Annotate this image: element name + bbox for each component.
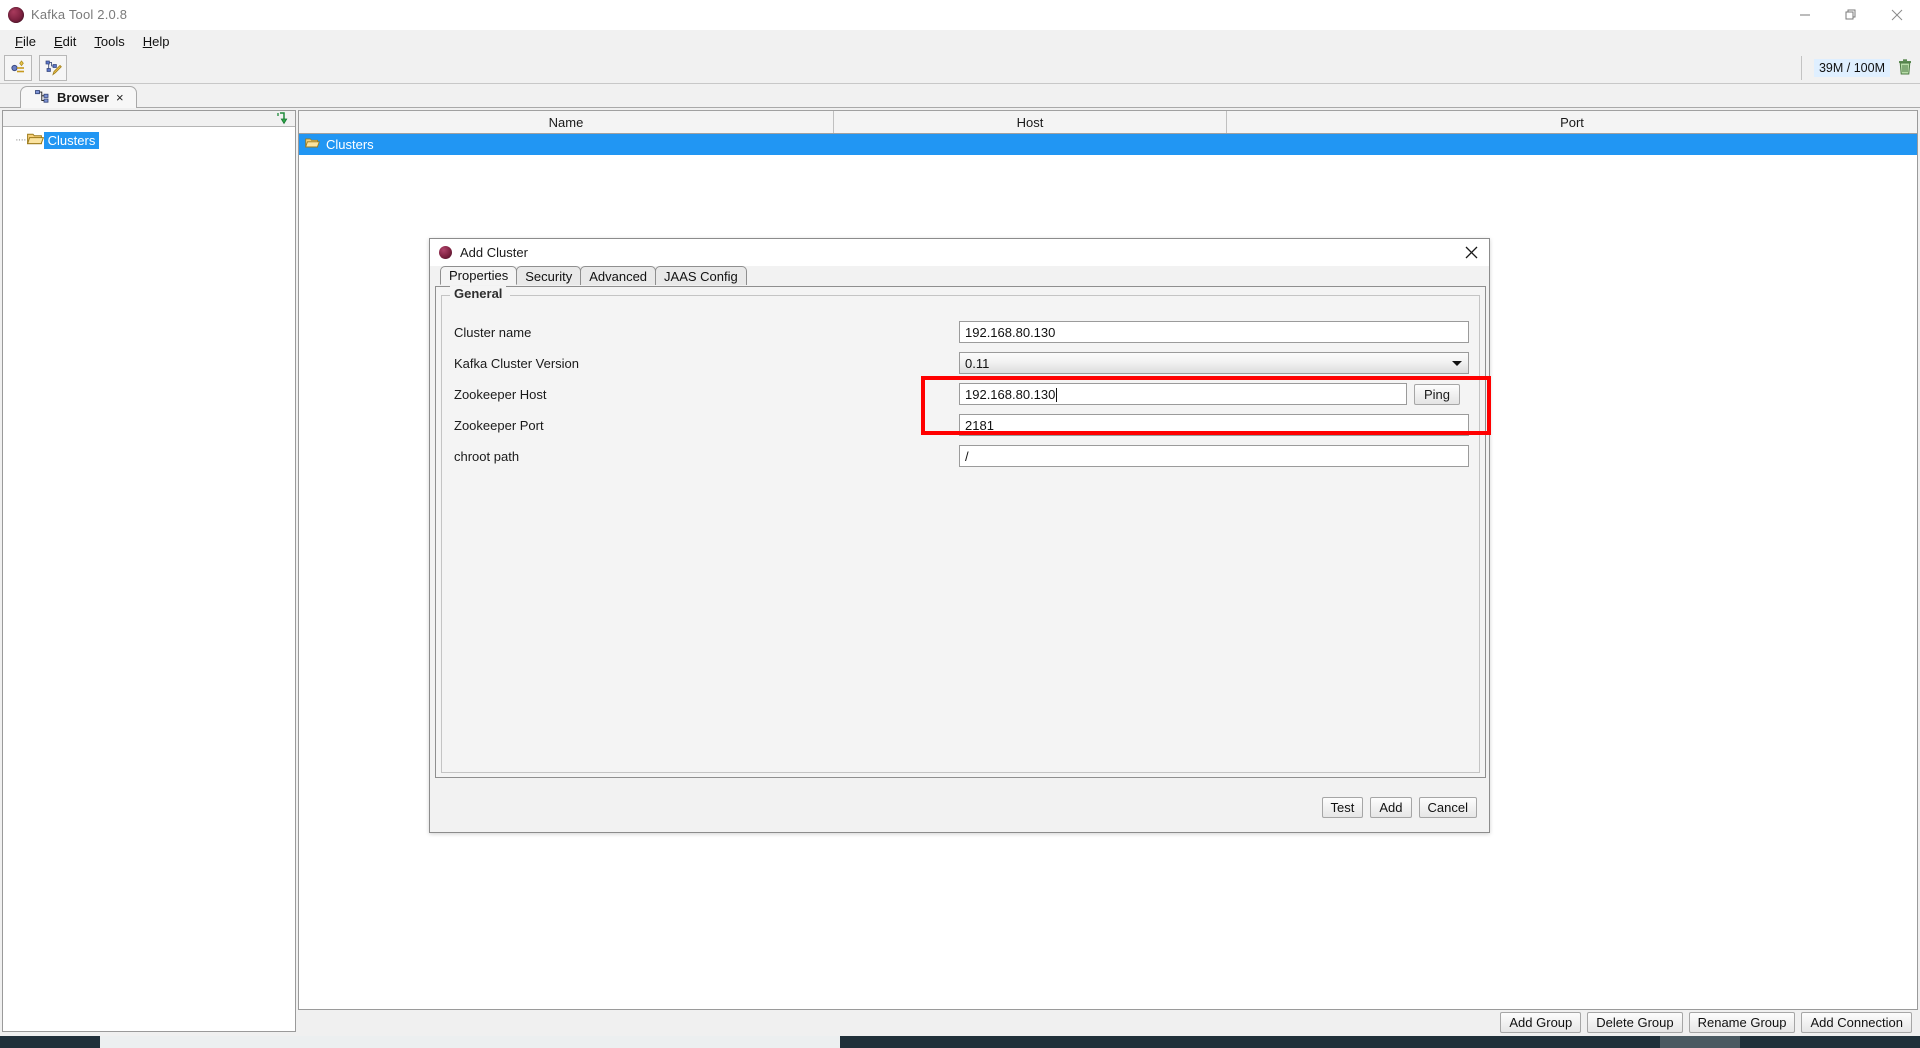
field-row-zookeeper-host: Zookeeper Host 192.168.80.130 Ping: [454, 383, 1469, 405]
taskbar-active-window[interactable]: [100, 1036, 840, 1048]
os-taskbar: [0, 1036, 1920, 1048]
tree-node-clusters[interactable]: ···· Clusters: [3, 131, 295, 149]
menu-help[interactable]: Help: [134, 32, 179, 51]
groupbox-border-left: [442, 295, 450, 296]
menu-file-mnemonic: F: [15, 33, 23, 49]
tab-jaas-config[interactable]: JAAS Config: [655, 266, 747, 285]
menu-edit[interactable]: Edit: [45, 32, 85, 51]
maximize-icon[interactable]: [1828, 0, 1874, 30]
field-row-zookeeper-port: Zookeeper Port 2181: [454, 414, 1469, 436]
table-row-name: Clusters: [326, 137, 374, 152]
delete-group-button[interactable]: Delete Group: [1587, 1011, 1683, 1033]
window-title: Kafka Tool 2.0.8: [31, 7, 128, 22]
table-row[interactable]: Clusters: [299, 134, 1917, 155]
field-row-chroot-path: chroot path /: [454, 445, 1469, 467]
cancel-button[interactable]: Cancel: [1418, 796, 1477, 818]
column-header-port[interactable]: Port: [1227, 111, 1917, 133]
tree-panel-header: [3, 111, 295, 127]
memory-indicator[interactable]: 39M / 100M: [1800, 56, 1912, 80]
zookeeper-port-input[interactable]: 2181: [959, 414, 1469, 436]
label-kafka-version: Kafka Cluster Version: [454, 355, 580, 371]
add-group-button[interactable]: Add Group: [1500, 1011, 1582, 1033]
ping-button[interactable]: Ping: [1414, 383, 1461, 405]
zookeeper-host-input[interactable]: 192.168.80.130: [959, 383, 1407, 405]
tree-node-label: Clusters: [43, 131, 100, 149]
add-cluster-dialog: Add Cluster Properties Security Advanced…: [429, 238, 1490, 833]
dialog-footer: Test Add Cancel: [430, 782, 1489, 832]
kafka-tool-icon: [439, 245, 452, 259]
minimize-icon[interactable]: [1782, 0, 1828, 30]
menu-edit-mnemonic: E: [53, 33, 63, 49]
tab-advanced[interactable]: Advanced: [580, 266, 657, 285]
tree-body: ···· Clusters: [3, 127, 295, 149]
menu-help-mnemonic: H: [142, 33, 153, 49]
trash-icon[interactable]: [1898, 58, 1912, 78]
cluster-name-input[interactable]: 192.168.80.130: [959, 321, 1469, 343]
tabstrip: Browser ×: [0, 84, 1920, 108]
memory-text: 39M / 100M: [1813, 59, 1890, 77]
field-row-kafka-version: Kafka Cluster Version 0.11: [454, 352, 1469, 374]
collapse-all-icon[interactable]: [276, 111, 291, 129]
close-icon[interactable]: [1874, 0, 1920, 30]
column-header-name[interactable]: Name: [299, 111, 834, 133]
dialog-title: Add Cluster: [460, 244, 528, 260]
chevron-down-icon: [1452, 361, 1462, 366]
menu-edit-rest: dit: [62, 33, 77, 49]
cluster-tree-panel: ···· Clusters: [2, 110, 296, 1032]
window-titlebar: Kafka Tool 2.0.8: [0, 0, 1920, 30]
kafka-version-select[interactable]: 0.11: [959, 352, 1469, 374]
chroot-path-input[interactable]: /: [959, 445, 1469, 467]
tree-connector: ····: [15, 134, 27, 146]
tree-edit-icon[interactable]: [39, 54, 67, 81]
folder-icon: [305, 137, 320, 152]
test-button[interactable]: Test: [1321, 796, 1364, 818]
menu-tools-rest: ools: [100, 33, 125, 49]
menubar: File Edit Tools Help: [0, 30, 1920, 52]
dialog-close-icon[interactable]: [1463, 244, 1479, 260]
table-header: Name Host Port: [299, 110, 1917, 134]
label-cluster-name: Cluster name: [454, 324, 532, 340]
menu-tools[interactable]: Tools: [85, 32, 133, 51]
kafka-tool-icon: [8, 6, 24, 23]
dialog-tabs: Properties Security Advanced JAAS Config: [440, 266, 1489, 285]
add-connection-button[interactable]: Add Connection: [1801, 1011, 1912, 1033]
browser-tree-icon: [35, 89, 50, 106]
dialog-body: General Cluster name 192.168.80.130 Kafk…: [435, 286, 1486, 778]
tab-security[interactable]: Security: [516, 266, 582, 285]
taskbar-segment[interactable]: [1660, 1036, 1740, 1048]
folder-icon: [26, 132, 44, 149]
label-zookeeper-port: Zookeeper Port: [454, 417, 544, 433]
menu-file-rest: ile: [22, 33, 36, 49]
groupbox-border-right: [510, 295, 1479, 296]
add-button[interactable]: Add: [1370, 796, 1412, 818]
tab-browser[interactable]: Browser ×: [20, 86, 137, 108]
menu-file[interactable]: File: [6, 32, 45, 51]
menu-help-rest: elp: [152, 33, 170, 49]
groupbox-legend: General: [450, 286, 507, 301]
window-controls: [1782, 0, 1920, 30]
zookeeper-host-value: 192.168.80.130: [965, 386, 1058, 402]
tab-browser-label: Browser: [57, 90, 110, 105]
bottom-button-bar: Add Group Delete Group Rename Group Add …: [298, 1010, 1918, 1034]
tab-close-icon[interactable]: ×: [116, 90, 124, 105]
column-header-host[interactable]: Host: [834, 111, 1227, 133]
field-row-cluster-name: Cluster name 192.168.80.130: [454, 321, 1469, 343]
cluster-connect-icon[interactable]: [4, 54, 32, 81]
toolbar: 39M / 100M: [0, 52, 1920, 84]
kafka-tool-window: Kafka Tool 2.0.8 File Edit Tools Help 39…: [0, 0, 1920, 1048]
kafka-version-value: 0.11: [965, 355, 990, 371]
label-zookeeper-host: Zookeeper Host: [454, 386, 547, 402]
general-groupbox: General Cluster name 192.168.80.130 Kafk…: [441, 286, 1480, 773]
tab-properties[interactable]: Properties: [440, 266, 518, 285]
dialog-titlebar: Add Cluster: [430, 239, 1489, 266]
label-chroot-path: chroot path: [454, 448, 520, 464]
rename-group-button[interactable]: Rename Group: [1688, 1011, 1796, 1033]
